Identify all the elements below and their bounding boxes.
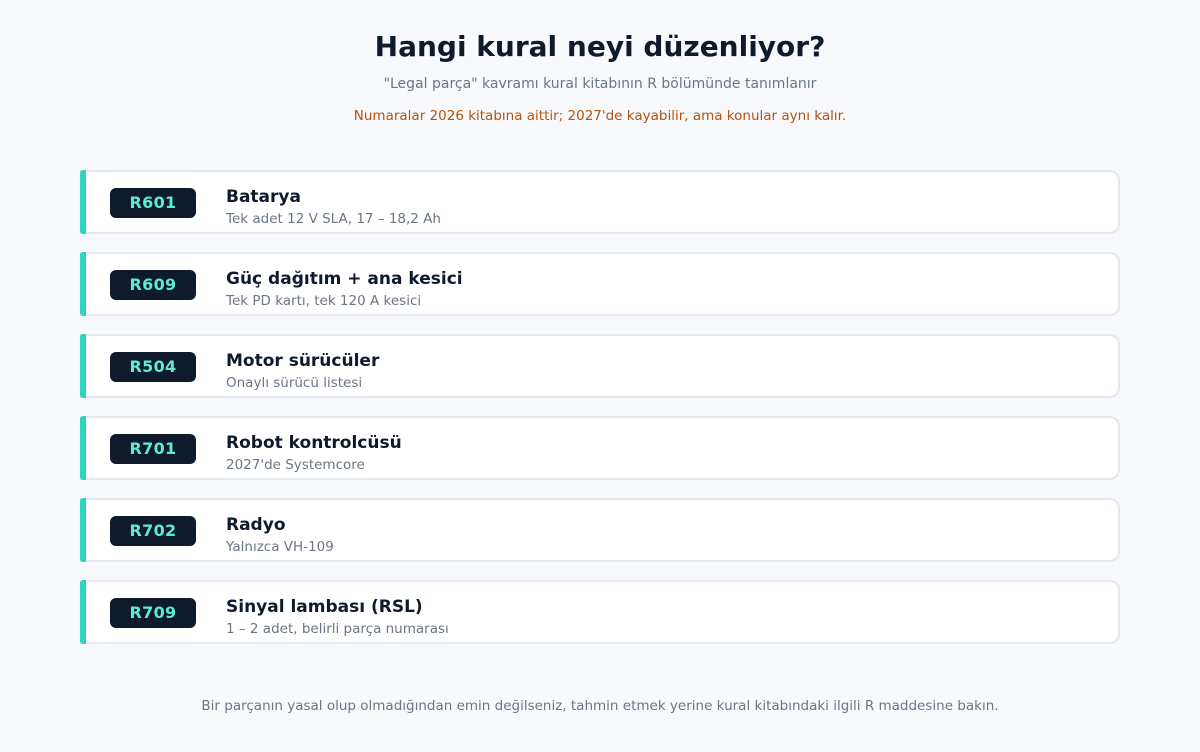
rule-card-r702: R702 Radyo Yalnızca VH-109: [80, 498, 1120, 562]
rule-code-badge: R702: [110, 516, 196, 546]
rule-title: Batarya: [226, 187, 301, 207]
rule-description: Tek PD kartı, tek 120 A kesici: [226, 293, 422, 309]
rule-code-badge: R609: [110, 270, 196, 300]
rule-title: Güç dağıtım + ana kesici: [226, 269, 463, 289]
rule-title: Robot kontrolcüsü: [226, 433, 402, 453]
rule-code-badge: R701: [110, 434, 196, 464]
rule-code-badge: R709: [110, 598, 196, 628]
rule-card-r701: R701 Robot kontrolcüsü 2027'de Systemcor…: [80, 416, 1120, 480]
rule-card-r709: R709 Sinyal lambası (RSL) 1 – 2 adet, be…: [80, 580, 1120, 644]
rule-description: Yalnızca VH-109: [226, 539, 334, 555]
rule-card-r504: R504 Motor sürücüler Onaylı sürücü liste…: [80, 334, 1120, 398]
rule-description: 1 – 2 adet, belirli parça numarası: [226, 621, 449, 637]
version-note: Numaralar 2026 kitabına aittir; 2027'de …: [353, 108, 847, 124]
rule-title: Motor sürücüler: [226, 351, 380, 371]
page-title: Hangi kural neyi düzenliyor?: [374, 30, 826, 63]
rule-description: 2027'de Systemcore: [226, 457, 365, 473]
rule-description: Tek adet 12 V SLA, 17 – 18,2 Ah: [226, 211, 441, 227]
rule-list: R601 Batarya Tek adet 12 V SLA, 17 – 18,…: [80, 170, 1120, 662]
rule-description: Onaylı sürücü listesi: [226, 375, 363, 391]
rule-title: Sinyal lambası (RSL): [226, 597, 423, 617]
header: Hangi kural neyi düzenliyor? "Legal parç…: [0, 0, 1200, 126]
rule-code-badge: R601: [110, 188, 196, 218]
footer-note: Bir parçanın yasal olup olmadığından emi…: [201, 698, 999, 714]
rule-title: Radyo: [226, 515, 286, 535]
rule-code-badge: R504: [110, 352, 196, 382]
page-subtitle: "Legal parça" kavramı kural kitabının R …: [383, 76, 817, 92]
rule-card-r601: R601 Batarya Tek adet 12 V SLA, 17 – 18,…: [80, 170, 1120, 234]
rule-card-r609: R609 Güç dağıtım + ana kesici Tek PD kar…: [80, 252, 1120, 316]
